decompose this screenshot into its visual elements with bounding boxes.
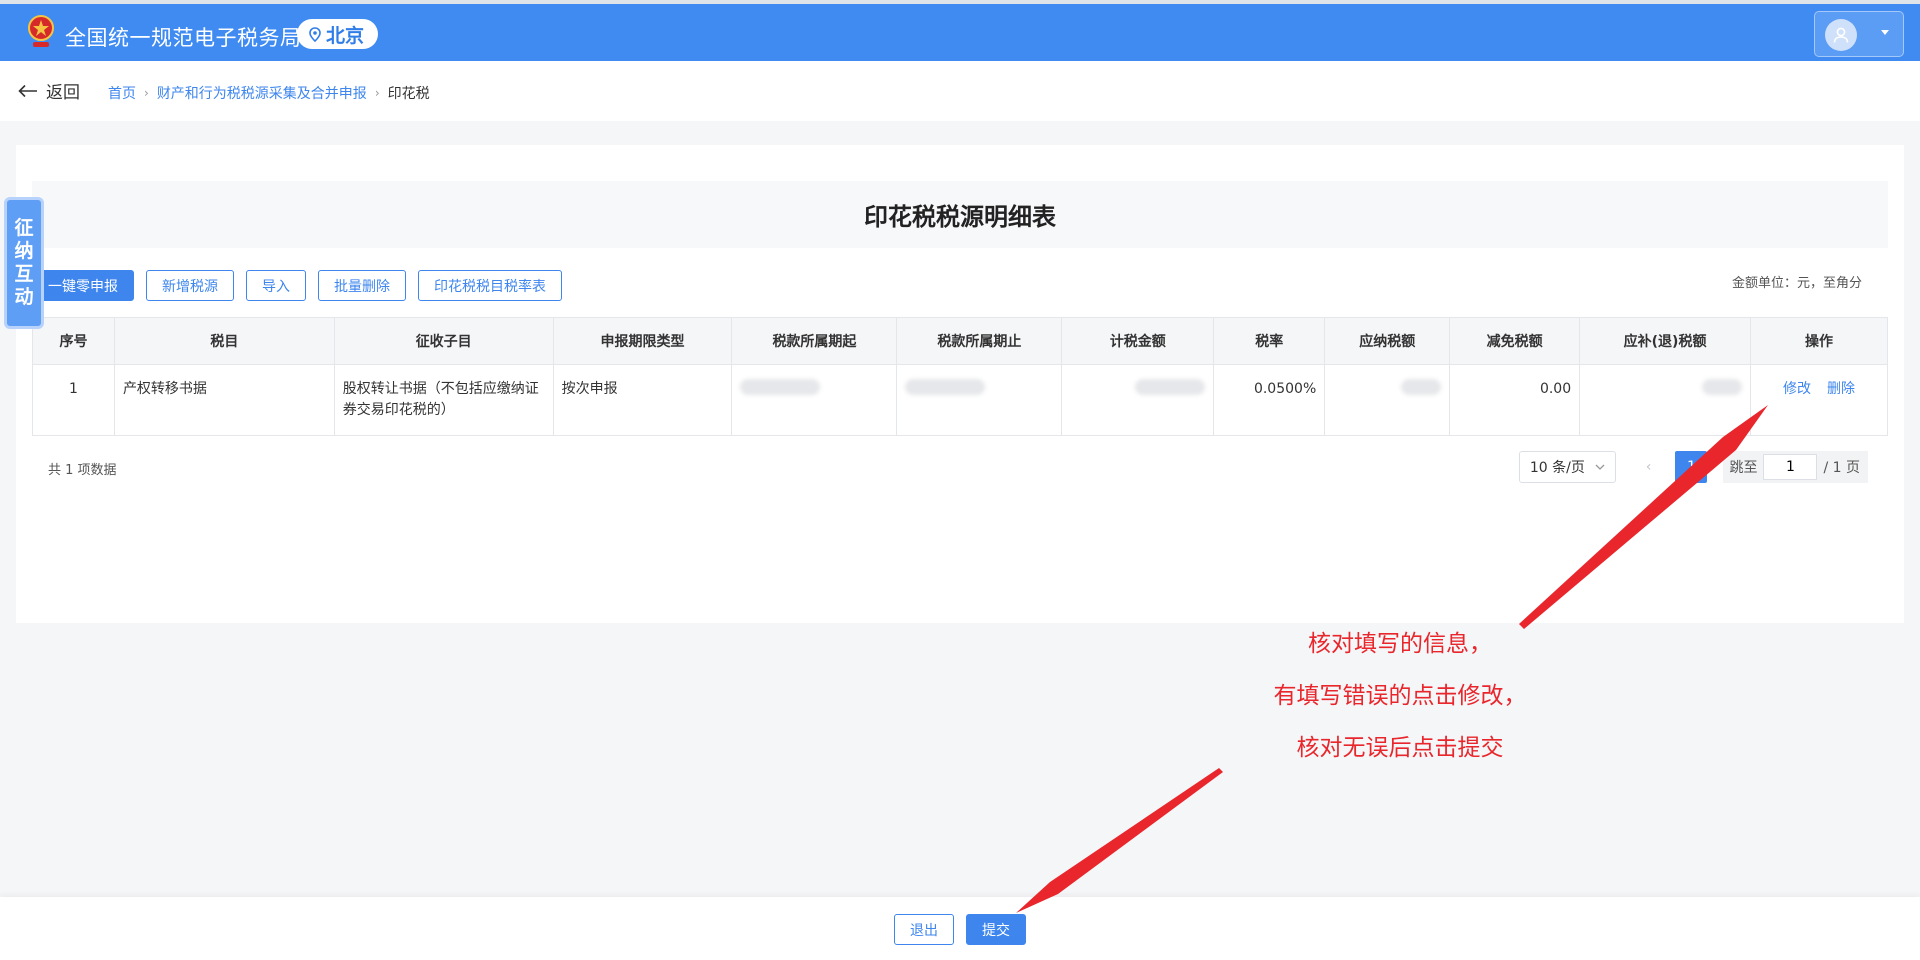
side-tab-char: 互 — [14, 263, 34, 285]
location-pin-icon — [309, 26, 321, 42]
instruction-annotation: 核对填写的信息， 有填写错误的点击修改， 核对无误后点击提交 — [1230, 618, 1570, 774]
page-size-select[interactable]: 10 条/页 — [1518, 451, 1616, 483]
location-label: 北京 — [326, 24, 365, 47]
cell-period-end — [896, 364, 1063, 436]
breadcrumb-property-tax[interactable]: 财产和行为税税源采集及合并申报 — [157, 83, 367, 103]
column-header: 税率 — [1213, 317, 1326, 365]
toolbar: 一键零申报 新增税源 导入 批量删除 印花税税目税率表 — [32, 270, 562, 301]
page-title: 印花税税源明细表 — [32, 181, 1888, 248]
side-tab-char: 纳 — [14, 240, 34, 262]
column-header: 应补(退)税额 — [1579, 317, 1751, 365]
breadcrumb-home[interactable]: 首页 — [108, 83, 136, 103]
avatar — [1825, 19, 1857, 51]
arrow-left-icon — [18, 84, 37, 97]
pagination: 10 条/页 ‹ 1 跳至 / 1 页 — [1518, 451, 1868, 483]
tax-source-table: 序号 税目 征收子目 申报期限类型 税款所属期起 税款所属期止 计税金额 税率 … — [32, 317, 1888, 436]
bottom-action-bar: 退出 提交 — [0, 897, 1920, 960]
user-icon — [1833, 27, 1849, 43]
redacted-value — [740, 379, 821, 395]
cell-tax-item: 产权转移书据 — [113, 364, 335, 436]
column-header: 序号 — [32, 317, 115, 365]
side-tab-char: 征 — [14, 217, 34, 239]
zero-declare-button[interactable]: 一键零申报 — [32, 270, 134, 301]
annotation-line: 有填写错误的点击修改， — [1273, 683, 1527, 709]
column-header: 税款所属期起 — [731, 317, 898, 365]
amount-unit-note: 金额单位：元，至角分 — [1731, 276, 1862, 291]
cell-index: 1 — [32, 364, 115, 436]
rate-table-button[interactable]: 印花税税目税率表 — [418, 270, 562, 301]
back-button[interactable]: 返回 — [18, 78, 80, 103]
cell-tax-due — [1579, 364, 1751, 436]
cell-sub-item: 股权转让书据（不包括应缴纳证券交易印花税的） — [333, 364, 554, 436]
column-header: 税目 — [113, 317, 335, 365]
app-title: 全国统一规范电子税务局 — [65, 26, 302, 50]
breadcrumb-current: 印花税 — [387, 86, 430, 102]
page-button-current[interactable]: 1 — [1675, 451, 1708, 483]
side-tab-char: 动 — [14, 286, 34, 308]
back-label: 返回 — [46, 83, 80, 103]
tax-emblem-icon — [28, 15, 54, 47]
batch-delete-button[interactable]: 批量删除 — [318, 270, 406, 301]
cell-tax-payable — [1324, 364, 1451, 436]
delete-link[interactable]: 删除 — [1827, 381, 1855, 397]
user-menu[interactable] — [1814, 11, 1904, 57]
column-header: 应纳税额 — [1324, 317, 1451, 365]
interaction-side-tab[interactable]: 征 纳 互 动 — [4, 197, 44, 329]
chevron-down-icon — [1595, 464, 1605, 470]
prev-page-button[interactable]: ‹ — [1646, 459, 1652, 475]
arrow-to-submit-icon — [1016, 768, 1223, 913]
cell-period-start — [731, 364, 898, 436]
jump-page-input[interactable] — [1763, 454, 1818, 480]
cell-tax-relief: 0.00 — [1449, 364, 1581, 436]
nav-bar: 返回 首页 › 财产和行为税税源采集及合并申报 › 印花税 — [0, 61, 1920, 121]
page-size-value: 10 条/页 — [1529, 460, 1585, 476]
column-header: 计税金额 — [1061, 317, 1215, 365]
caret-down-icon — [1881, 30, 1889, 35]
redacted-value — [1401, 379, 1442, 395]
jump-label: 跳至 — [1729, 460, 1758, 476]
total-count: 共 1 项数据 — [48, 463, 117, 478]
breadcrumb: 首页 › 财产和行为税税源采集及合并申报 › 印花税 — [108, 83, 430, 103]
redacted-value — [1135, 379, 1206, 395]
cell-period-type: 按次申报 — [552, 364, 733, 436]
main-card: 印花税税源明细表 一键零申报 新增税源 导入 批量删除 印花税税目税率表 金额单… — [16, 145, 1904, 623]
chevron-right-icon: › — [144, 86, 149, 100]
annotation-line: 核对无误后点击提交 — [1296, 735, 1504, 761]
column-header: 减免税额 — [1449, 317, 1581, 365]
jump-to-page: 跳至 / 1 页 — [1723, 451, 1868, 483]
table-row: 1 产权转移书据 股权转让书据（不包括应缴纳证券交易印花税的） 按次申报 0.0… — [32, 364, 1888, 436]
cell-actions: 修改 删除 — [1750, 364, 1888, 436]
redacted-value — [1702, 379, 1742, 395]
edit-link[interactable]: 修改 — [1783, 381, 1811, 397]
column-header: 征收子目 — [333, 317, 554, 365]
add-tax-source-button[interactable]: 新增税源 — [146, 270, 234, 301]
cell-tax-rate: 0.0500% — [1213, 364, 1326, 436]
column-header: 申报期限类型 — [552, 317, 733, 365]
table-header-row: 序号 税目 征收子目 申报期限类型 税款所属期起 税款所属期止 计税金额 税率 … — [32, 317, 1888, 365]
top-bar: 全国统一规范电子税务局 北京 — [0, 0, 1920, 61]
column-header: 税款所属期止 — [896, 317, 1063, 365]
submit-button[interactable]: 提交 — [966, 914, 1026, 945]
total-pages: / 1 页 — [1823, 460, 1860, 476]
annotation-line: 核对填写的信息， — [1308, 631, 1492, 657]
cell-taxable-amount — [1061, 364, 1215, 436]
redacted-value — [905, 379, 986, 395]
column-header: 操作 — [1750, 317, 1888, 365]
exit-button[interactable]: 退出 — [894, 914, 954, 945]
location-selector[interactable]: 北京 — [297, 19, 379, 49]
chevron-right-icon: › — [374, 86, 380, 100]
import-button[interactable]: 导入 — [246, 270, 306, 301]
